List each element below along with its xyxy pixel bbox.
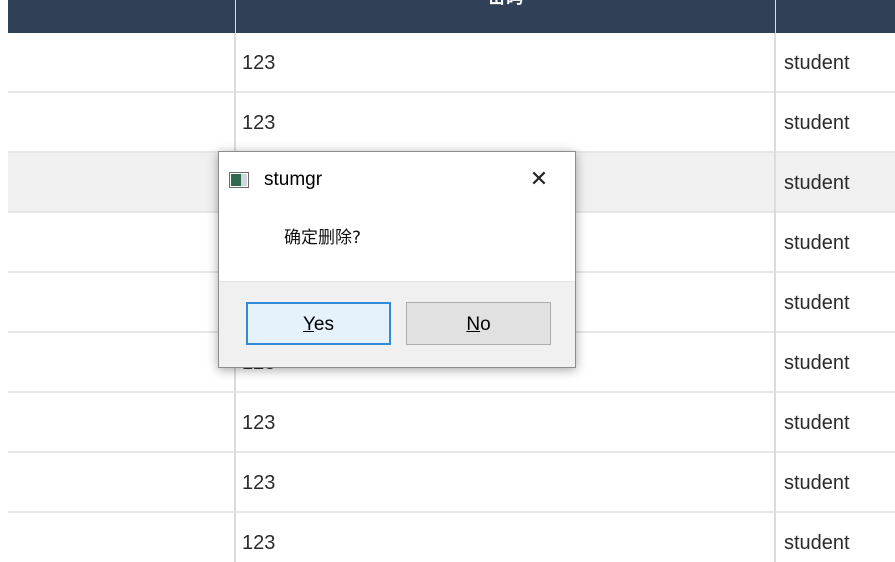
- dialog-body: 确定删除?: [219, 210, 575, 281]
- dialog-titlebar[interactable]: stumgr ✕: [219, 152, 575, 210]
- table-cell-role[interactable]: student: [775, 393, 895, 451]
- yes-button-label: es: [313, 314, 334, 335]
- table-cell-col1[interactable]: [8, 393, 234, 451]
- table-cell-col1[interactable]: [8, 153, 234, 211]
- table-cell-role[interactable]: student: [775, 33, 895, 91]
- table-cell-col1[interactable]: [8, 453, 234, 511]
- table-cell-password[interactable]: 123: [235, 513, 774, 562]
- no-button-mnemonic: N: [466, 314, 481, 335]
- column-header-3[interactable]: [775, 0, 895, 33]
- app-window: 密码 123 student 123 student student: [0, 0, 895, 562]
- no-button[interactable]: No: [406, 302, 551, 345]
- window-app-icon: [229, 172, 249, 188]
- table-cell-password[interactable]: 123: [235, 453, 774, 511]
- table-cell-col1[interactable]: [8, 93, 234, 151]
- dialog-title: stumgr: [264, 169, 323, 190]
- table-row[interactable]: 123 student: [8, 93, 895, 153]
- dialog-button-bar: Yes No: [219, 281, 575, 367]
- table-cell-role[interactable]: student: [775, 213, 895, 271]
- table-cell-role[interactable]: student: [775, 333, 895, 391]
- dialog-message: 确定删除?: [284, 228, 362, 248]
- table-cell-role[interactable]: student: [775, 93, 895, 151]
- table-cell-col1[interactable]: [8, 213, 234, 271]
- table-row[interactable]: 123 student: [8, 33, 895, 93]
- table-cell-role[interactable]: student: [775, 273, 895, 331]
- no-button-label: o: [480, 314, 491, 335]
- table-header: 密码: [8, 0, 895, 33]
- yes-button[interactable]: Yes: [246, 302, 391, 345]
- table-cell-col1[interactable]: [8, 33, 234, 91]
- confirm-delete-dialog: stumgr ✕ 确定删除? Yes No: [218, 151, 576, 368]
- column-divider: [774, 33, 776, 562]
- table-row[interactable]: 123 student: [8, 453, 895, 513]
- column-header-password[interactable]: 密码: [235, 0, 775, 33]
- table-cell-col1[interactable]: [8, 273, 234, 331]
- column-header-1[interactable]: [8, 0, 234, 33]
- table-cell-password[interactable]: 123: [235, 93, 774, 151]
- table-cell-role[interactable]: student: [775, 153, 895, 211]
- table-cell-col1[interactable]: [8, 513, 234, 562]
- column-header-password-label: 密码: [236, 0, 775, 10]
- table-cell-role[interactable]: student: [775, 513, 895, 562]
- table-row[interactable]: 123 student: [8, 513, 895, 562]
- table-row[interactable]: 123 student: [8, 393, 895, 453]
- table-cell-col1[interactable]: [8, 333, 234, 391]
- table-cell-password[interactable]: 123: [235, 393, 774, 451]
- yes-button-mnemonic: Y: [302, 314, 314, 335]
- table-cell-role[interactable]: student: [775, 453, 895, 511]
- close-icon[interactable]: ✕: [519, 162, 559, 198]
- table-cell-password[interactable]: 123: [235, 33, 774, 91]
